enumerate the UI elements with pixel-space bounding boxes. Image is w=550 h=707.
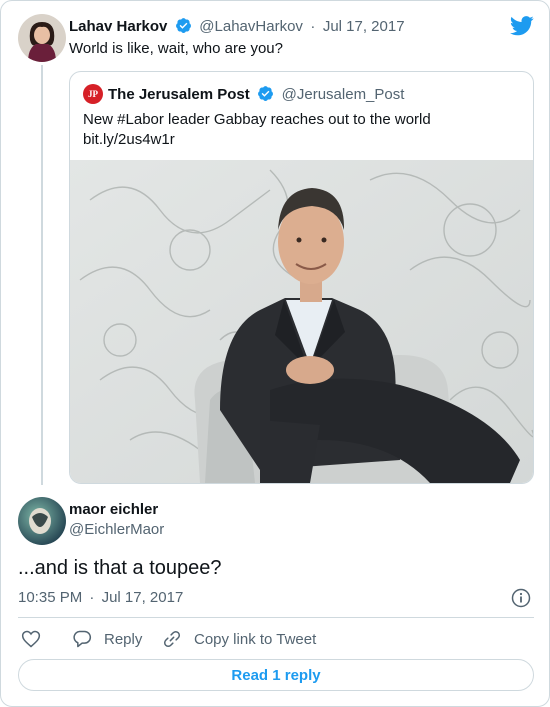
- info-icon[interactable]: [511, 588, 531, 608]
- jpost-logo-avatar: JP: [83, 84, 103, 104]
- jpost-logo-text: JP: [88, 89, 98, 99]
- parent-tweet-text: World is like, wait, who are you?: [69, 40, 283, 57]
- avatar-maor-eichler[interactable]: [18, 497, 66, 545]
- actions-divider: [18, 617, 534, 618]
- reply-author-handle[interactable]: @EichlerMaor: [69, 521, 164, 538]
- copy-link-button[interactable]: Copy link to Tweet: [162, 629, 316, 649]
- quoted-author-name: The Jerusalem Post: [108, 86, 250, 103]
- read-replies-label: Read 1 reply: [231, 666, 321, 684]
- twitter-bird-icon[interactable]: [510, 16, 534, 36]
- quoted-link: bit.ly/2us4w1r: [83, 131, 175, 148]
- separator-dot: ·: [310, 18, 316, 35]
- quoted-text-line: New #Labor leader Gabbay reaches out to …: [83, 111, 431, 128]
- reply-label: Reply: [104, 630, 143, 648]
- heart-icon: [21, 630, 41, 648]
- quoted-tweet-text: New #Labor leader Gabbay reaches out to …: [83, 110, 431, 150]
- reply-timestamp[interactable]: 10:35 PM · Jul 17, 2017: [18, 589, 183, 606]
- author-handle[interactable]: @LahavHarkov: [199, 18, 303, 35]
- verified-badge-icon: [258, 86, 274, 101]
- embedded-tweet-card: Lahav Harkov @LahavHarkov · Jul 17, 2017…: [0, 0, 550, 707]
- reply-button[interactable]: Reply: [72, 629, 142, 649]
- reply-tweet-text: ...and is that a toupee?: [18, 557, 222, 579]
- copy-link-label: Copy link to Tweet: [194, 630, 317, 648]
- parent-tweet-header: Lahav Harkov @LahavHarkov · Jul 17, 2017: [69, 17, 405, 36]
- quoted-tweet-photo[interactable]: [70, 160, 533, 483]
- tweet-date[interactable]: Jul 17, 2017: [323, 18, 405, 35]
- thread-connector-line: [41, 65, 43, 485]
- reply-time: 10:35 PM: [18, 589, 83, 606]
- reply-author-name[interactable]: maor eichler: [69, 501, 158, 519]
- quoted-tweet-header: The Jerusalem Post @Jerusalem_Post: [108, 85, 404, 104]
- reply-icon: [73, 630, 92, 648]
- avatar-lahav-harkov[interactable]: [18, 14, 66, 62]
- link-icon: [163, 630, 181, 648]
- reply-author-name-text: maor eichler: [69, 501, 159, 518]
- author-name[interactable]: Lahav Harkov: [69, 18, 167, 35]
- quoted-tweet[interactable]: JP The Jerusalem Post @Jerusalem_Post Ne…: [69, 71, 534, 484]
- reply-date: Jul 17, 2017: [101, 589, 184, 606]
- separator-dot: ·: [89, 589, 95, 606]
- quoted-author-handle: @Jerusalem_Post: [281, 86, 405, 103]
- verified-badge-icon: [175, 18, 191, 33]
- like-button[interactable]: [21, 629, 53, 649]
- read-replies-button[interactable]: Read 1 reply: [18, 659, 534, 691]
